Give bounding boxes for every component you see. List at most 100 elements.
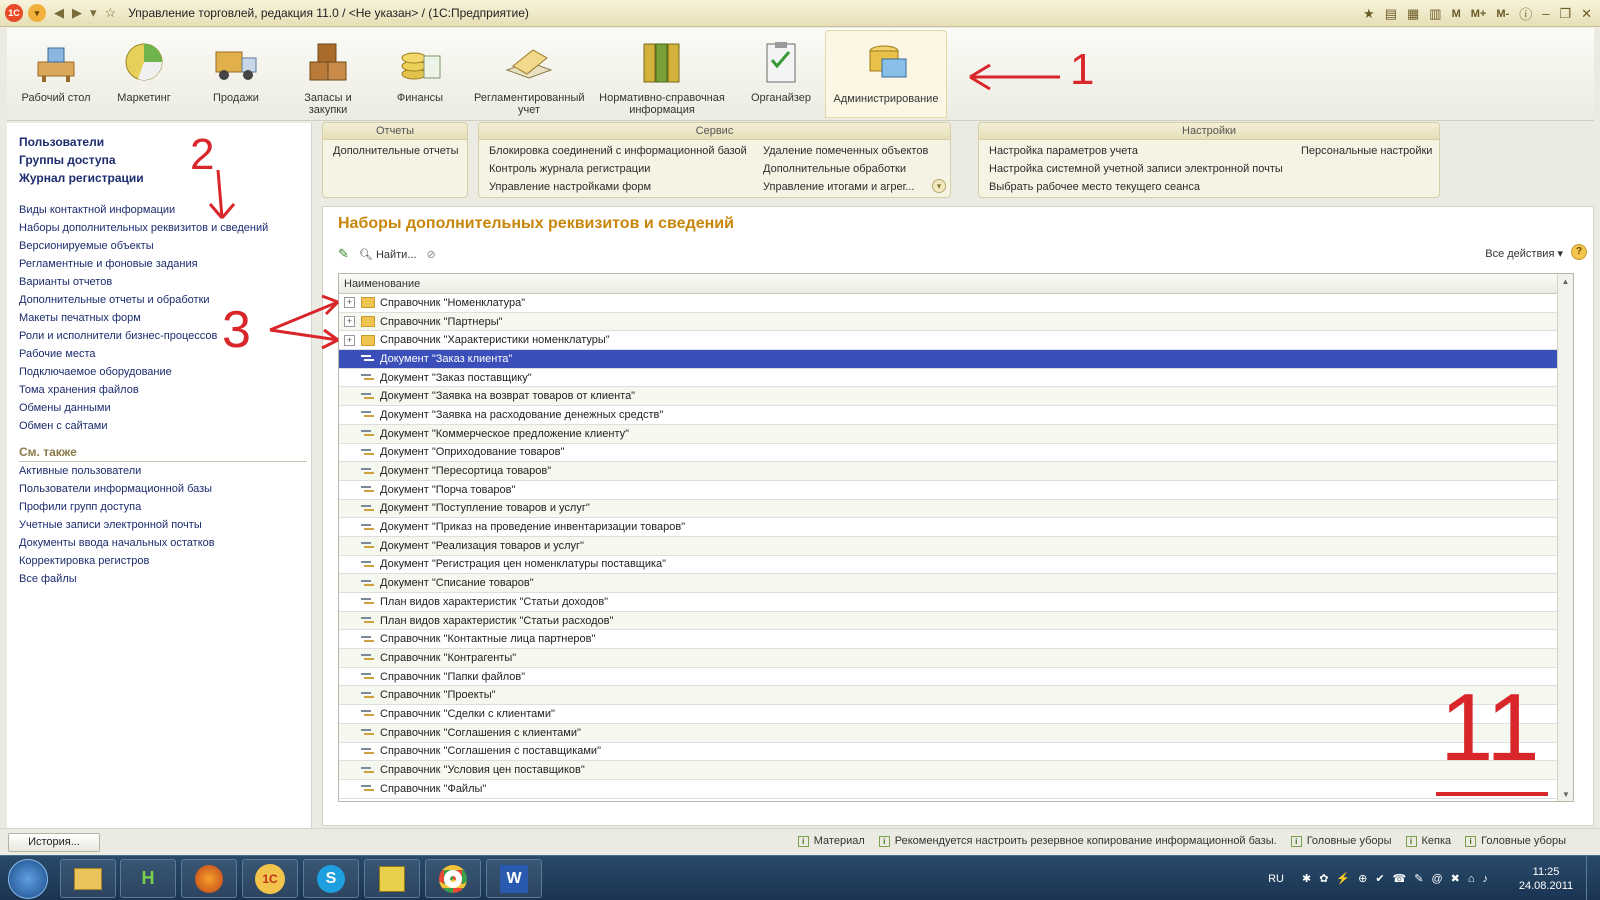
nav-link[interactable]: Обмены данными [7,399,311,417]
tray-icons[interactable]: ✱✿⚡⊕✔☎✎@✖⌂♪ [1302,872,1496,885]
info-icon[interactable]: ⓘ [1517,4,1534,23]
table-row[interactable]: Справочник "Соглашения с клиентами" [339,723,1573,743]
edit-pencil-icon[interactable]: ✎ [338,246,349,262]
close-icon[interactable]: ✕ [1579,6,1594,22]
all-actions-button[interactable]: Все действия ▾ [1485,247,1563,260]
table-row[interactable]: Документ "Заявка на возврат товаров от к… [339,387,1573,407]
scroll-up-arrow-icon[interactable]: ▲ [1558,274,1573,290]
vertical-scrollbar[interactable]: ▲ ▼ [1557,274,1573,801]
table-row[interactable]: Документ "Пересортица товаров" [339,462,1573,481]
taskbar-firefox[interactable] [181,859,237,898]
nav-link[interactable]: Тома хранения файлов [7,381,311,399]
cmd-link[interactable]: Настройка системной учетной записи элект… [989,161,1283,178]
table-row[interactable]: + Справочник "Характеристики номенклатуры… [339,331,1573,351]
cmd-link[interactable]: Блокировка соединений с информационной б… [489,143,747,160]
forward-arrow-icon[interactable]: ▶ [72,5,82,21]
cmd-link[interactable]: Контроль журнала регистрации [489,161,650,178]
help-button[interactable]: ? [1571,244,1587,260]
taskbar-explorer[interactable] [60,859,116,898]
table-row[interactable]: Документ "Коммерческое предложение клиен… [339,424,1573,444]
see-also-link[interactable]: Все файлы [7,570,311,588]
cmd-link[interactable]: Управление итогами и агрег... [763,179,914,196]
table-row[interactable]: Документ "Приказ на проведение инвентари… [339,518,1573,537]
nav-link[interactable]: Регламентные и фоновые задания [7,255,311,273]
history-button[interactable]: История... [8,833,100,852]
table-row[interactable]: Справочник "Сделки с клиентами" [339,705,1573,724]
nav-link[interactable]: Наборы дополнительных реквизитов и сведе… [7,219,311,237]
table-row[interactable]: Документ "Порча товаров" [339,480,1573,500]
nav-link[interactable]: Обмен с сайтами [7,417,311,435]
cmd-link[interactable]: Настройка параметров учета [989,143,1138,160]
back-arrow-icon[interactable]: ◀ [54,5,64,21]
clock[interactable]: 11:25 24.08.2011 [1506,865,1586,893]
history-dropdown-icon[interactable]: ▾ [90,5,97,21]
section-administration[interactable]: Администрирование [825,30,947,118]
find-button[interactable]: 🔍︎ Найти... [359,248,417,261]
section-inventory[interactable]: Запасы и закупки [283,30,373,118]
minimize-icon[interactable]: ‒ [1540,6,1551,21]
nav-link[interactable]: Версионируемые объекты [7,237,311,255]
onec-logo-icon[interactable]: 1C [5,4,23,22]
table-row[interactable]: Справочник "Условия цен поставщиков" [339,761,1573,780]
table-row[interactable]: Документ "Поступление товаров и услуг" [339,499,1573,519]
memory-m-button[interactable]: M [1450,8,1463,20]
section-finance[interactable]: Финансы [375,30,465,118]
table-row[interactable]: Документ "Заказ поставщику" [339,368,1573,388]
nav-access-groups[interactable]: Группы доступа [7,151,311,169]
see-also-link[interactable]: Документы ввода начальных остатков [7,534,311,552]
cmd-link[interactable]: Управление настройками форм [489,179,651,196]
table-row[interactable]: Документ "Заявка на расходование денежны… [339,406,1573,425]
table-row[interactable]: Справочник "Соглашения с поставщиками" [339,742,1573,762]
section-marketing[interactable]: Маркетинг [99,30,189,118]
expand-more-icon[interactable]: ▾ [932,179,946,193]
nav-link[interactable]: Подключаемое оборудование [7,363,311,381]
menu-dropdown-icon[interactable]: ▾ [28,4,46,22]
start-button[interactable] [8,859,48,899]
nav-link[interactable]: Виды контактной информации [7,201,311,219]
see-also-link[interactable]: Корректировка регистров [7,552,311,570]
taskbar-1c[interactable]: 1С [242,859,298,898]
cmd-additional-reports[interactable]: Дополнительные отчеты [333,143,458,160]
table-row[interactable]: План видов характеристик "Статьи расходо… [339,611,1573,631]
bookmark-icon[interactable]: ▤ [1383,6,1399,22]
section-reference[interactable]: Нормативно-справочная информация [597,30,727,118]
table-row[interactable]: Документ "Заказ клиента" [339,350,1573,369]
favorites-star-icon[interactable]: ☆ [105,5,117,21]
table-row[interactable]: Справочник "Контактные лица партнеров" [339,630,1573,650]
table-row[interactable]: Справочник "Папки файлов" [339,667,1573,687]
status-note[interactable]: i Рекомендуется настроить резервное копир… [878,835,1277,847]
table-row[interactable]: + Справочник "Номенклатура" [339,294,1573,313]
table-row[interactable]: Справочник "Контрагенты" [339,649,1573,668]
see-also-link[interactable]: Активные пользователи [7,462,311,480]
table-row[interactable]: Документ "Списание товаров" [339,574,1573,593]
taskbar-chrome[interactable] [425,859,481,898]
calculator-icon[interactable]: ▦ [1405,6,1421,22]
scroll-down-arrow-icon[interactable]: ▼ [1558,787,1573,801]
see-also-link[interactable]: Пользователи информационной базы [7,480,311,498]
cmd-link[interactable]: Выбрать рабочее место текущего сеанса [989,179,1200,196]
status-note[interactable]: i Головные уборы [1465,835,1566,847]
language-indicator[interactable]: RU [1268,873,1284,885]
status-note[interactable]: i Материал [797,835,865,847]
section-sales[interactable]: Продажи [191,30,281,118]
column-header-name[interactable]: Наименование [339,274,1573,294]
restore-icon[interactable]: ❐ [1557,6,1573,22]
see-also-link[interactable]: Профили групп доступа [7,498,311,516]
cmd-link[interactable]: Дополнительные обработки [763,161,906,178]
favorites-icon[interactable]: ★ [1361,6,1377,22]
table-row[interactable]: + Справочник "Партнеры" [339,312,1573,332]
table-row[interactable]: Справочник "Файлы" [339,779,1573,799]
see-also-link[interactable]: Учетные записи электронной почты [7,516,311,534]
taskbar-1c-config[interactable] [364,859,420,898]
table-row[interactable]: План видов характеристик "Статьи доходов… [339,593,1573,612]
show-desktop-button[interactable] [1586,856,1600,900]
status-note[interactable]: i Головные уборы [1290,835,1392,847]
memory-minus-button[interactable]: M- [1494,8,1511,20]
taskbar-app-h[interactable]: H [120,859,176,898]
section-regulated[interactable]: Регламентированный учет [469,30,589,118]
table-row[interactable]: Документ "Оприходование товаров" [339,443,1573,463]
taskbar-word[interactable]: W [486,859,542,898]
table-row[interactable]: Справочник "Проекты" [339,686,1573,706]
cmd-personal-settings[interactable]: Персональные настройки [1301,143,1432,160]
section-desktop[interactable]: Рабочий стол [11,30,101,118]
